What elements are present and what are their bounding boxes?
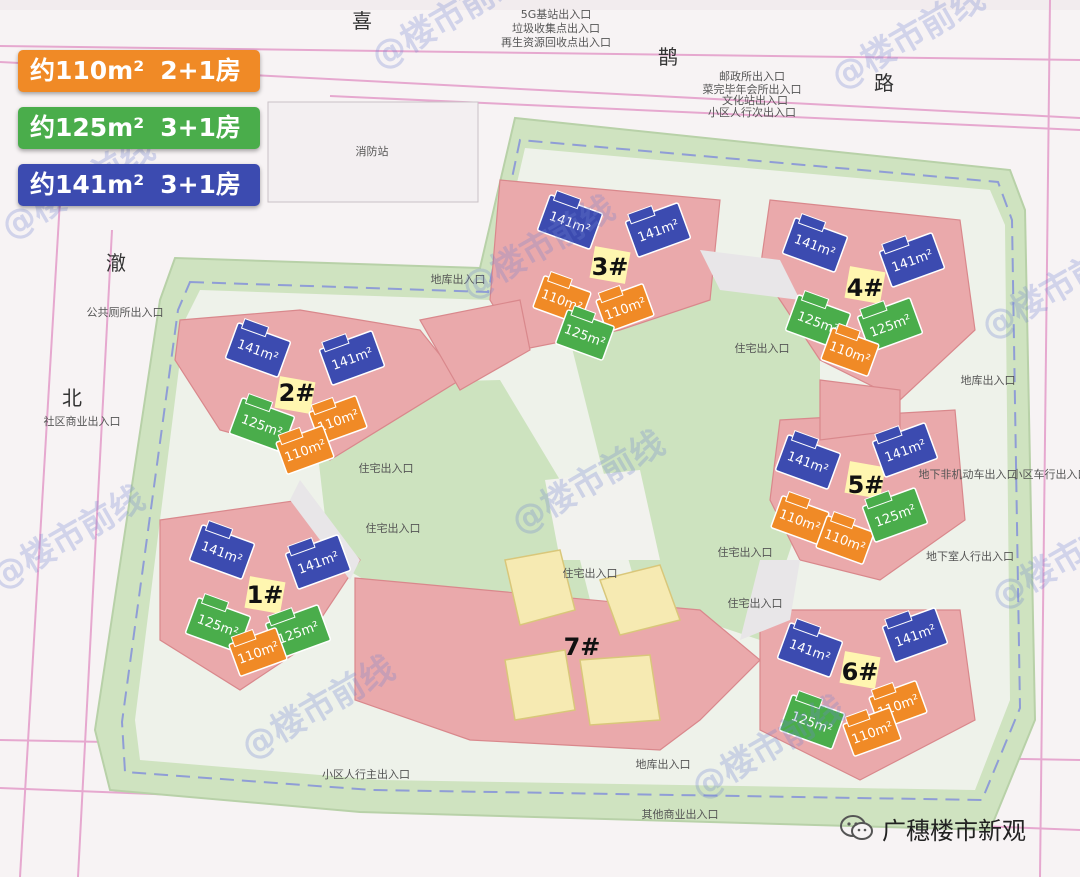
legend-125: 约125m² 3+1房 xyxy=(18,107,260,149)
small-label: 社区商业出入口 xyxy=(44,414,121,428)
building-7-wing xyxy=(579,654,661,726)
building-6-label: 6# xyxy=(842,658,879,686)
small-label: 小区车行出入口 xyxy=(1012,467,1080,481)
legend-125-area: 约125m² xyxy=(30,113,145,142)
small-label: 地库出入口 xyxy=(636,757,691,771)
small-label: 垃圾收集点出入口 xyxy=(512,21,600,35)
road-name-char: 北 xyxy=(62,386,82,410)
building-4-label: 4# xyxy=(847,274,884,302)
road-name-char: 喜 xyxy=(352,9,372,33)
small-label: 地下非机动车出入口 xyxy=(919,467,1018,481)
small-label: 住宅出入口 xyxy=(718,545,773,559)
small-label: 小区人行主出入口 xyxy=(322,767,410,781)
footer-brand-text: 广穗楼市新观 xyxy=(882,816,1026,845)
building-3-label: 3# xyxy=(592,253,629,281)
small-label: 邮政所出入口 xyxy=(719,69,785,83)
small-label: 住宅出入口 xyxy=(563,566,618,580)
small-label: 5G基站出入口 xyxy=(521,7,592,21)
wechat-icon xyxy=(840,815,873,840)
small-label: 消防站 xyxy=(356,144,389,158)
small-label: 住宅出入口 xyxy=(359,461,414,475)
footer-brand: 广穗楼市新观 xyxy=(840,808,1026,848)
small-label: 住宅出入口 xyxy=(728,596,783,610)
site-plan-map: 141m² 141m² 125m² 125m² 110m² 1# 141m² 141m² 125… xyxy=(0,0,1080,877)
small-label: 再生资源回收点出入口 xyxy=(501,35,611,49)
small-label: 地库出入口 xyxy=(961,373,1016,387)
building-1-label: 1# xyxy=(247,581,284,609)
legend-125-type: 3+1房 xyxy=(160,113,241,142)
small-label: 其他商业出入口 xyxy=(642,807,719,821)
small-label: 住宅出入口 xyxy=(366,521,421,535)
legend-110-type: 2+1房 xyxy=(160,56,241,85)
legend-141: 约141m² 3+1房 xyxy=(18,164,260,206)
legend-110-area: 约110m² xyxy=(30,56,145,85)
legend-141-type: 3+1房 xyxy=(160,170,241,199)
building-7-label: 7# xyxy=(564,633,601,661)
small-label: 小区人行次出入口 xyxy=(708,105,796,119)
road-name-char: 鹊 xyxy=(658,45,678,69)
small-label: 地下室人行出入口 xyxy=(926,549,1014,563)
building-5-label: 5# xyxy=(848,471,885,499)
building-2-label: 2# xyxy=(279,379,316,407)
legend-141-area: 约141m² xyxy=(30,170,145,199)
road-name-char: 澈 xyxy=(106,251,126,275)
small-label: 公共厕所出入口 xyxy=(87,305,164,319)
small-label: 住宅出入口 xyxy=(735,341,790,355)
small-label: 文化站出入口 xyxy=(722,93,788,107)
legend-110: 约110m² 2+1房 xyxy=(18,50,260,92)
